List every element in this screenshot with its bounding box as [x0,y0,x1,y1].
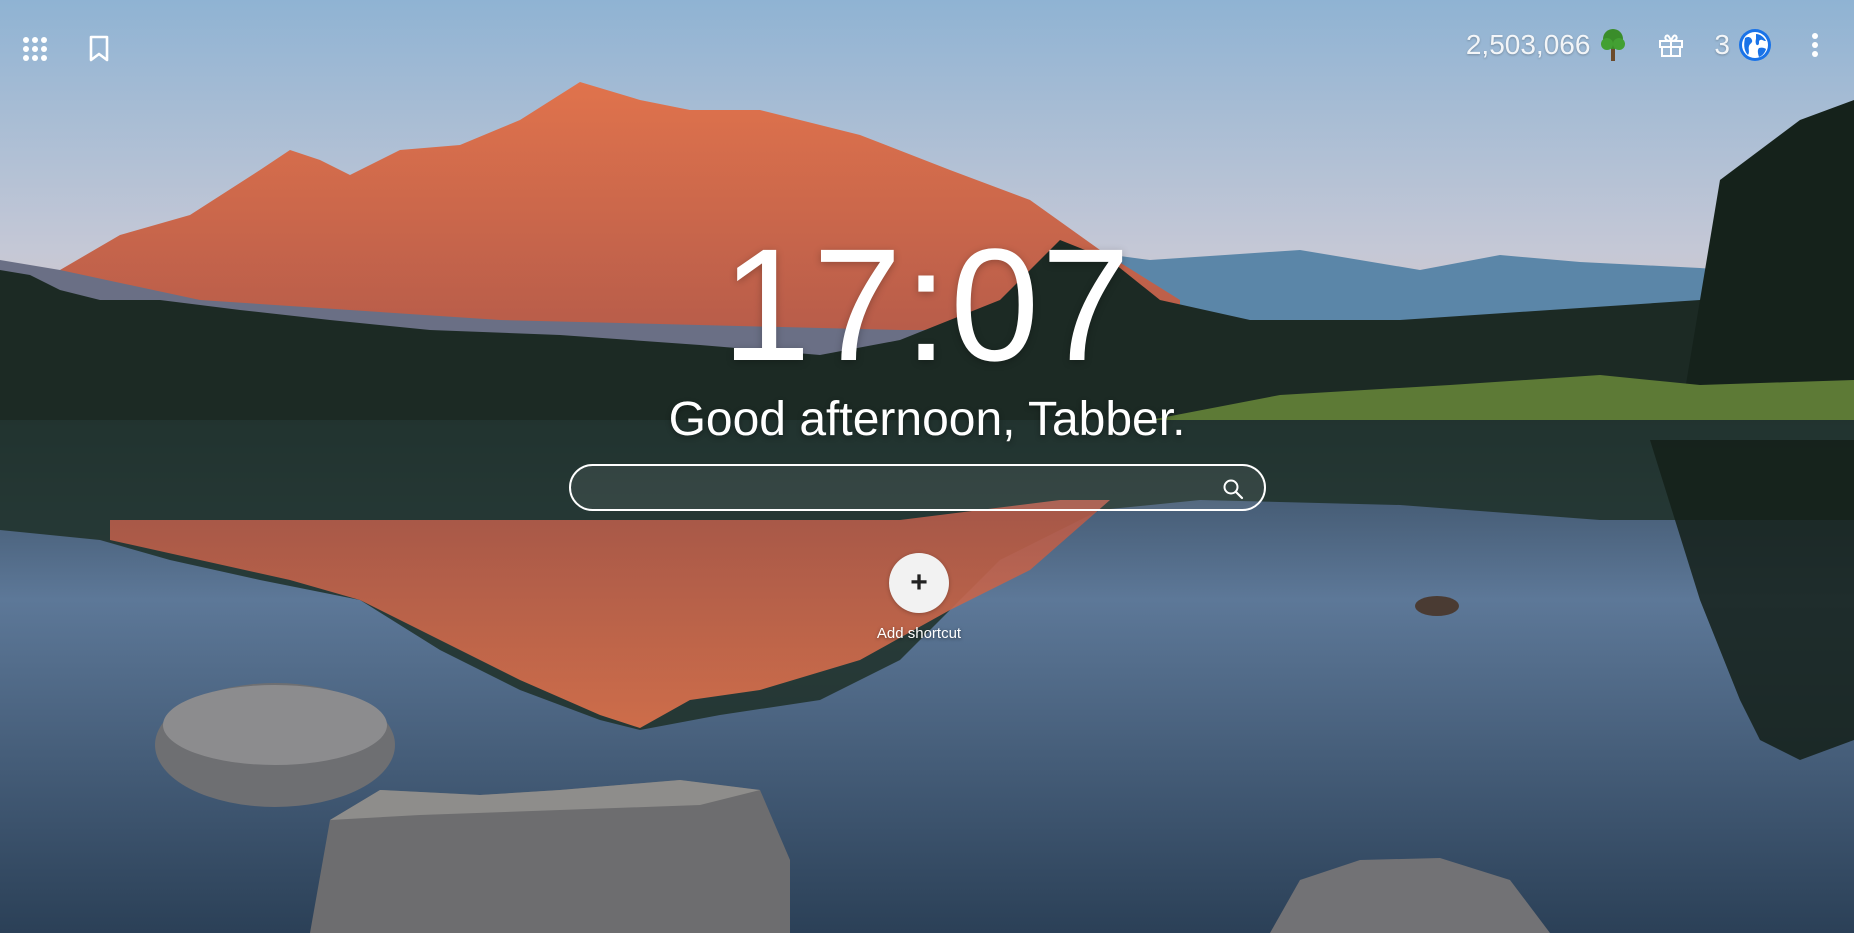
search-icon[interactable] [1222,478,1244,500]
gift-icon[interactable] [1654,28,1688,62]
topbar-left [18,32,116,66]
add-shortcut-button[interactable]: + [889,553,949,613]
clock: 17:07 [721,215,1133,394]
tabs-counter[interactable]: 3 [1714,28,1772,62]
topbar-right: 2,503,066 3 [1466,28,1832,62]
add-shortcut: + Add shortcut [869,553,969,642]
tree-icon [1601,29,1626,61]
trees-counter[interactable]: 2,503,066 [1466,28,1629,62]
greeting: Good afternoon, Tabber. [668,393,1186,446]
search-input[interactable] [591,472,1195,506]
trees-count: 2,503,066 [1465,29,1591,60]
bookmark-icon[interactable] [82,32,116,66]
more-vertical-icon[interactable] [1798,28,1832,62]
tabs-count: 3 [1714,29,1730,60]
plus-icon: + [910,566,928,599]
apps-grid-icon[interactable] [18,32,52,66]
search-bar [569,464,1266,511]
globe-icon [1739,29,1771,61]
add-shortcut-label: Add shortcut [876,625,962,642]
